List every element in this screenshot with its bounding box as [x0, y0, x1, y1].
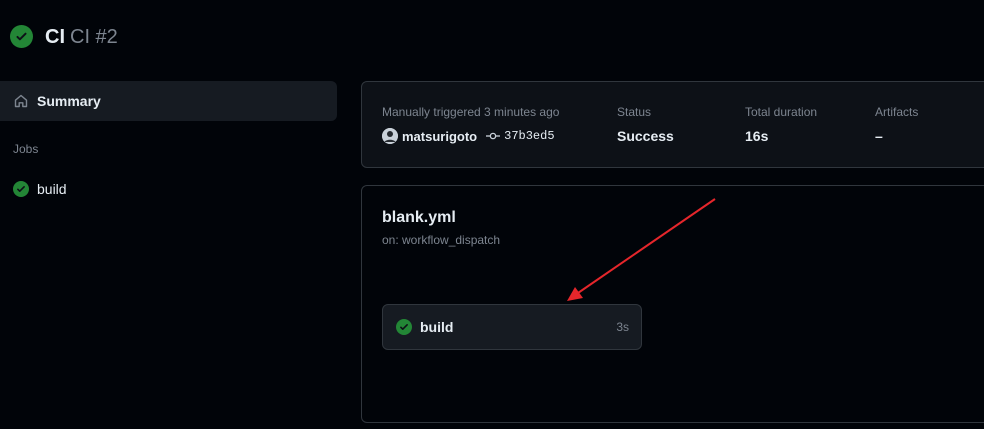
git-commit-icon	[486, 132, 501, 140]
run-status-check-icon	[10, 25, 33, 48]
run-name: CI #2	[70, 26, 118, 48]
artifacts-label: Artifacts	[875, 105, 919, 119]
avatar[interactable]	[382, 128, 398, 144]
run-summary-card: Manually triggered 3 minutes ago matsuri…	[361, 81, 984, 168]
page-title: CI CI #2	[45, 26, 118, 48]
actor-row: matsurigoto 37b3ed5	[382, 128, 555, 144]
check-circle-icon	[396, 319, 412, 335]
trigger-text: Manually triggered 3 minutes ago	[382, 105, 560, 119]
check-circle-icon	[13, 181, 29, 197]
status-value: Success	[617, 128, 674, 144]
sidebar-item-label: Summary	[37, 93, 101, 109]
job-duration: 3s	[616, 320, 629, 334]
workflow-trigger: on: workflow_dispatch	[382, 233, 501, 247]
sidebar-item-build[interactable]: build	[0, 176, 337, 202]
job-node-build[interactable]: build 3s	[382, 304, 642, 350]
status-label: Status	[617, 105, 652, 119]
duration-label: Total duration	[745, 105, 818, 119]
home-icon	[14, 94, 28, 108]
sidebar-item-label: build	[37, 181, 67, 197]
workflow-file-name: blank.yml	[382, 209, 456, 226]
jobs-heading: Jobs	[13, 142, 39, 156]
duration-value: 16s	[745, 128, 769, 144]
commit-sha-link[interactable]: 37b3ed5	[504, 129, 554, 143]
workflow-name[interactable]: CI	[45, 26, 65, 48]
actor-link[interactable]: matsurigoto	[402, 129, 477, 144]
workflow-graph-card: blank.yml on: workflow_dispatch build 3s	[361, 185, 984, 423]
sidebar-item-summary[interactable]: Summary	[0, 81, 337, 121]
artifacts-value: –	[875, 128, 883, 144]
job-name: build	[420, 319, 454, 335]
